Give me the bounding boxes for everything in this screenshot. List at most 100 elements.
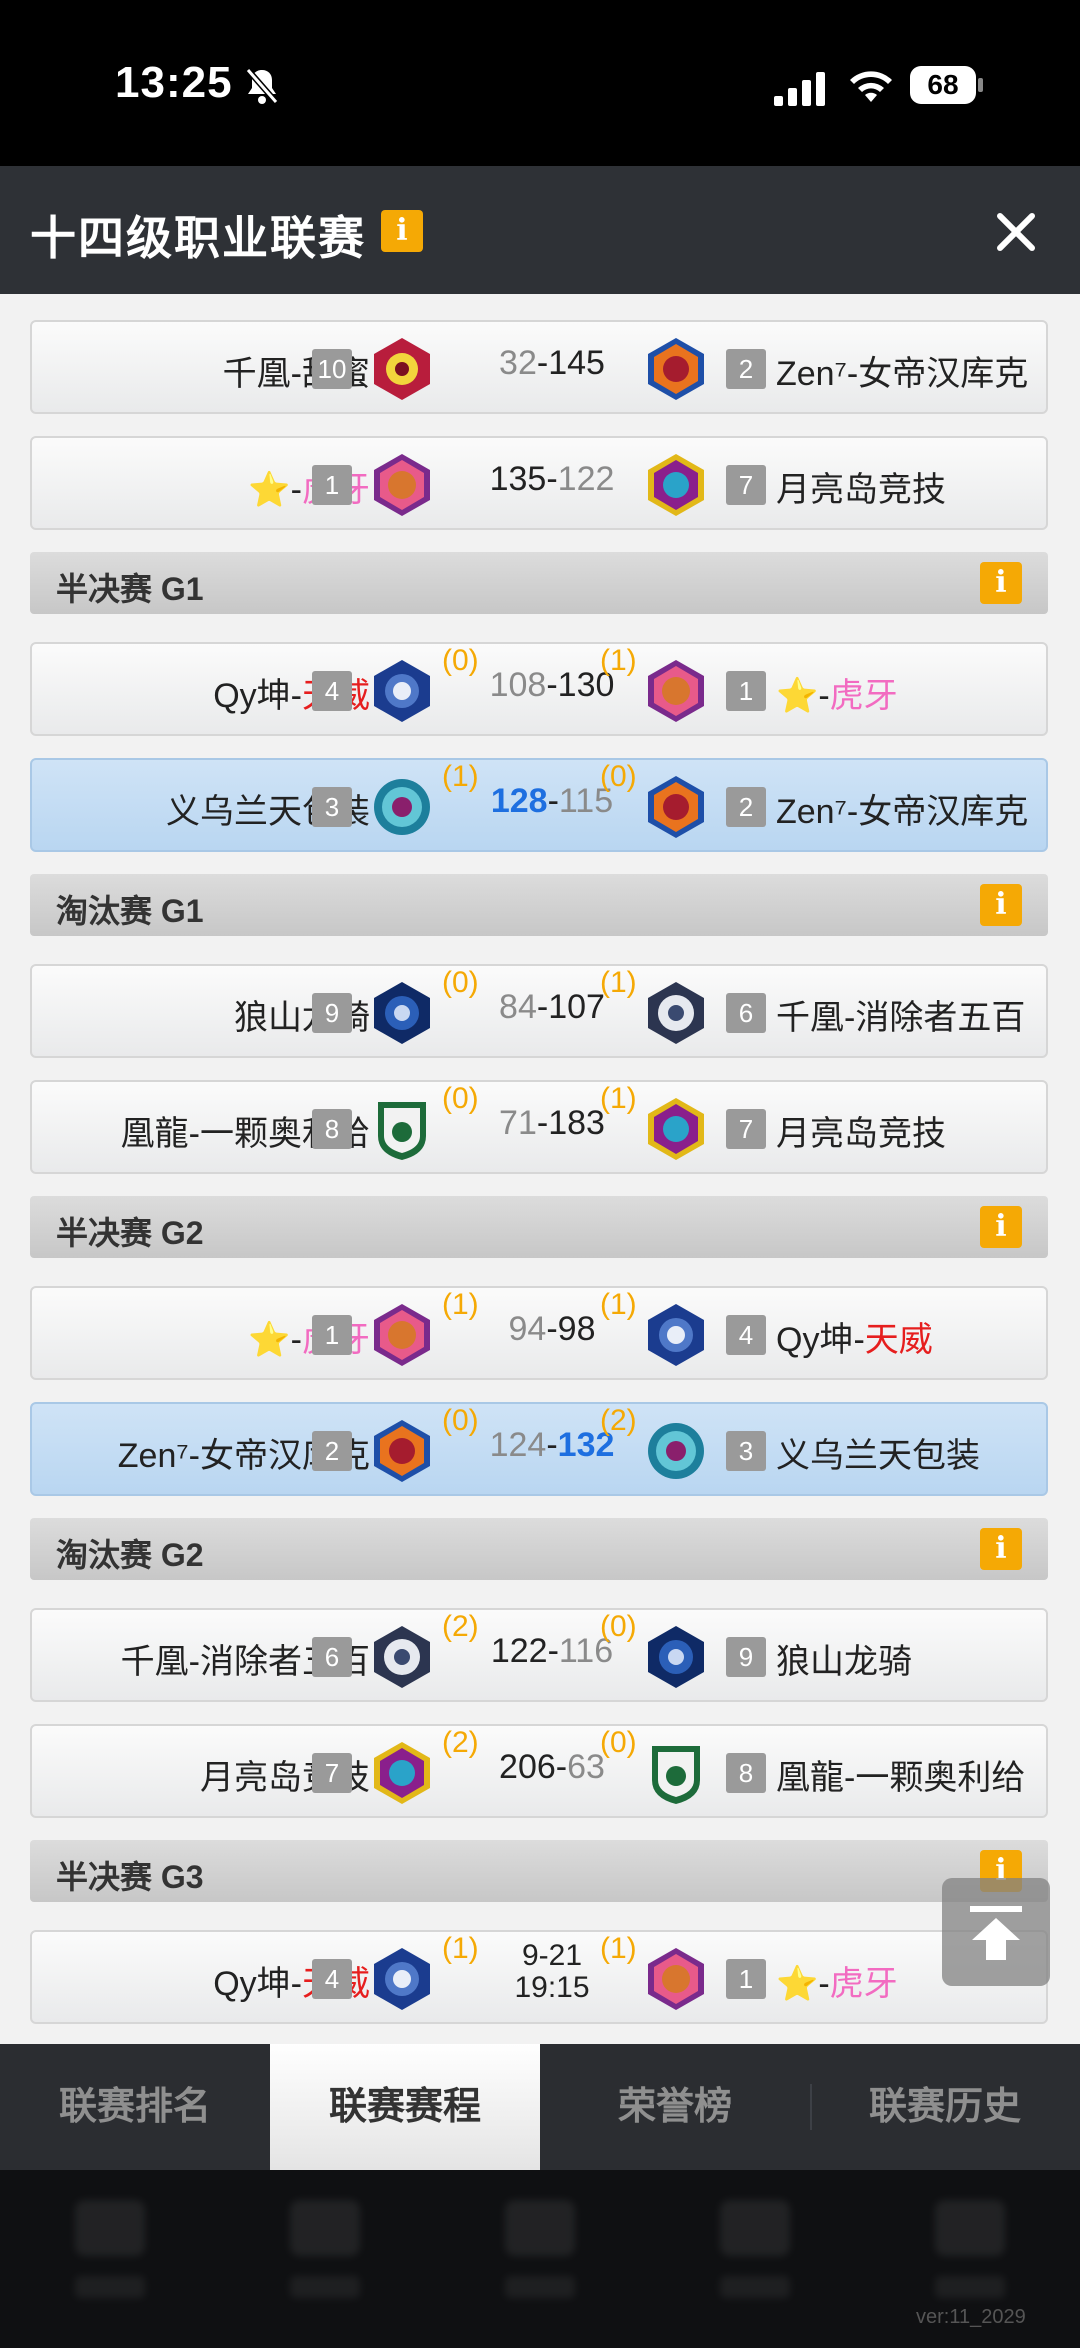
round-header: 半决赛 G3 i xyxy=(30,1840,1048,1902)
right-seed-badge: 2 xyxy=(726,349,766,389)
cellular-signal-icon xyxy=(774,72,825,106)
team-logo-icon xyxy=(374,1420,430,1482)
right-wins: (0) xyxy=(600,1726,637,1759)
right-seed-badge: 7 xyxy=(726,1109,766,1149)
tab-league-ranking[interactable]: 联赛排名 xyxy=(0,2044,270,2170)
right-wins: (1) xyxy=(600,966,637,999)
right-team-name: 凰龍-一颗奥利给 xyxy=(776,1759,1026,1797)
status-bar: 13:25 68 xyxy=(0,0,1080,166)
right-seed-badge: 9 xyxy=(726,1637,766,1677)
match-row[interactable]: Qy坤-天威 4 (0) 108-130 (1) 1 ⭐-虎牙 xyxy=(30,642,1048,736)
round-header: 半决赛 G1 i xyxy=(30,552,1048,614)
round-title: 半决赛 G3 xyxy=(56,1859,204,1895)
nav-item xyxy=(935,2200,1005,2310)
round-header: 淘汰赛 G1 i xyxy=(30,874,1048,936)
battery-level: 68 xyxy=(910,66,976,104)
bell-muted-icon xyxy=(245,68,279,104)
team-logo-icon xyxy=(648,660,704,722)
wifi-icon xyxy=(850,71,892,102)
info-icon[interactable]: i xyxy=(980,884,1022,926)
arrow-up-icon xyxy=(970,1906,1022,1960)
right-wins: (1) xyxy=(600,1288,637,1321)
team-logo-icon xyxy=(374,1742,430,1804)
right-wins: (1) xyxy=(600,1932,637,1965)
close-icon[interactable] xyxy=(990,206,1042,258)
right-seed-badge: 8 xyxy=(726,1753,766,1793)
right-team-name: 千凰-消除者五百 xyxy=(776,999,1026,1037)
match-score: 32-145 xyxy=(499,344,605,382)
round-title: 淘汰赛 G2 xyxy=(56,1537,204,1573)
team-logo-icon xyxy=(374,779,430,835)
right-seed-badge: 6 xyxy=(726,993,766,1033)
round-title: 半决赛 G1 xyxy=(56,571,204,607)
left-seed-badge: 9 xyxy=(312,993,352,1033)
right-wins: (1) xyxy=(600,1082,637,1115)
team-logo-icon xyxy=(374,660,430,722)
right-wins: (0) xyxy=(600,1610,637,1643)
info-icon[interactable]: i xyxy=(381,210,423,252)
left-seed-badge: 3 xyxy=(312,787,352,827)
match-row[interactable]: 千凰-消除者五百 6 (2) 122-116 (0) 9 狼山龙骑 xyxy=(30,1608,1048,1702)
team-logo-icon xyxy=(374,1304,430,1366)
bottom-tab-bar: 联赛排名 联赛赛程 荣誉榜 联赛历史 xyxy=(0,2044,1080,2170)
match-row[interactable]: Qy坤-天威 4 (1) 9-2119:15 (1) 1 ⭐-虎牙 xyxy=(30,1930,1048,2024)
info-icon[interactable]: i xyxy=(980,1206,1022,1248)
match-row[interactable]: ⭐-虎牙 1 135-122 7 月亮岛竞技 xyxy=(30,436,1048,530)
match-row[interactable]: 月亮岛竞技 7 (2) 206-63 (0) 8 凰龍-一颗奥利给 xyxy=(30,1724,1048,1818)
left-seed-badge: 8 xyxy=(312,1109,352,1149)
right-wins: (2) xyxy=(600,1404,637,1437)
team-logo-icon xyxy=(648,454,704,516)
right-seed-badge: 1 xyxy=(726,1959,766,1999)
schedule-list[interactable]: 千凰-甜蜜 10 32-145 2 Zen⁷-女帝汉库克 ⭐-虎牙 1 135-… xyxy=(0,294,1080,2044)
team-logo-icon xyxy=(648,1626,704,1688)
nav-item xyxy=(75,2200,145,2310)
team-logo-icon xyxy=(374,1948,430,2010)
team-logo-icon xyxy=(374,338,430,400)
left-seed-badge: 1 xyxy=(312,1315,352,1355)
match-row[interactable]: 凰龍-一颗奥利给 8 (0) 71-183 (1) 7 月亮岛竞技 xyxy=(30,1080,1048,1174)
page-header: 十四级职业联赛 i xyxy=(0,166,1080,294)
tab-league-history[interactable]: 联赛历史 xyxy=(810,2044,1080,2170)
team-logo-icon xyxy=(378,1102,426,1160)
left-seed-badge: 4 xyxy=(312,1959,352,1999)
nav-item xyxy=(720,2200,790,2310)
team-logo-icon xyxy=(648,338,704,400)
info-icon[interactable]: i xyxy=(980,1528,1022,1570)
left-seed-badge: 2 xyxy=(312,1431,352,1471)
right-seed-badge: 2 xyxy=(726,787,766,827)
round-title: 淘汰赛 G1 xyxy=(56,893,204,929)
tab-honor-roll[interactable]: 荣誉榜 xyxy=(540,2044,810,2170)
round-header: 半决赛 G2 i xyxy=(30,1196,1048,1258)
page-title: 十四级职业联赛 xyxy=(30,212,366,264)
team-logo-icon xyxy=(648,1423,704,1479)
match-row[interactable]: ⭐-虎牙 1 (1) 94-98 (1) 4 Qy坤-天威 xyxy=(30,1286,1048,1380)
right-team-name: ⭐-虎牙 xyxy=(776,1965,898,2003)
match-score: 135-122 xyxy=(489,460,615,498)
right-team-name: 狼山龙骑 xyxy=(776,1643,912,1681)
team-logo-icon xyxy=(374,1626,430,1688)
left-seed-badge: 6 xyxy=(312,1637,352,1677)
right-team-name: Zen⁷-女帝汉库克 xyxy=(776,355,1029,393)
match-row[interactable]: Zen⁷-女帝汉库克 2 (0) 124-132 (2) 3 义乌兰天包装 xyxy=(30,1402,1048,1496)
right-wins: (0) xyxy=(600,760,637,793)
status-time: 13:25 xyxy=(115,58,233,107)
battery-icon: 68 xyxy=(910,66,984,106)
team-logo-icon xyxy=(648,776,704,838)
right-team-name: Zen⁷-女帝汉库克 xyxy=(776,793,1029,831)
team-logo-icon xyxy=(374,454,430,516)
team-logo-icon xyxy=(648,1304,704,1366)
right-team-name: ⭐-虎牙 xyxy=(776,677,898,715)
scroll-to-top-button[interactable] xyxy=(942,1878,1050,1986)
nav-item xyxy=(505,2200,575,2310)
match-row[interactable]: 义乌兰天包装 3 (1) 128-115 (0) 2 Zen⁷-女帝汉库克 xyxy=(30,758,1048,852)
info-icon[interactable]: i xyxy=(980,562,1022,604)
version-label: ver:11_2029 xyxy=(916,2306,1026,2328)
match-row[interactable]: 狼山龙骑 9 (0) 84-107 (1) 6 千凰-消除者五百 xyxy=(30,964,1048,1058)
team-logo-icon xyxy=(648,1948,704,2010)
match-row[interactable]: 千凰-甜蜜 10 32-145 2 Zen⁷-女帝汉库克 xyxy=(30,320,1048,414)
tab-league-schedule[interactable]: 联赛赛程 xyxy=(270,2044,540,2170)
left-seed-badge: 1 xyxy=(312,465,352,505)
left-seed-badge: 4 xyxy=(312,671,352,711)
round-header: 淘汰赛 G2 i xyxy=(30,1518,1048,1580)
team-logo-icon xyxy=(652,1746,700,1804)
